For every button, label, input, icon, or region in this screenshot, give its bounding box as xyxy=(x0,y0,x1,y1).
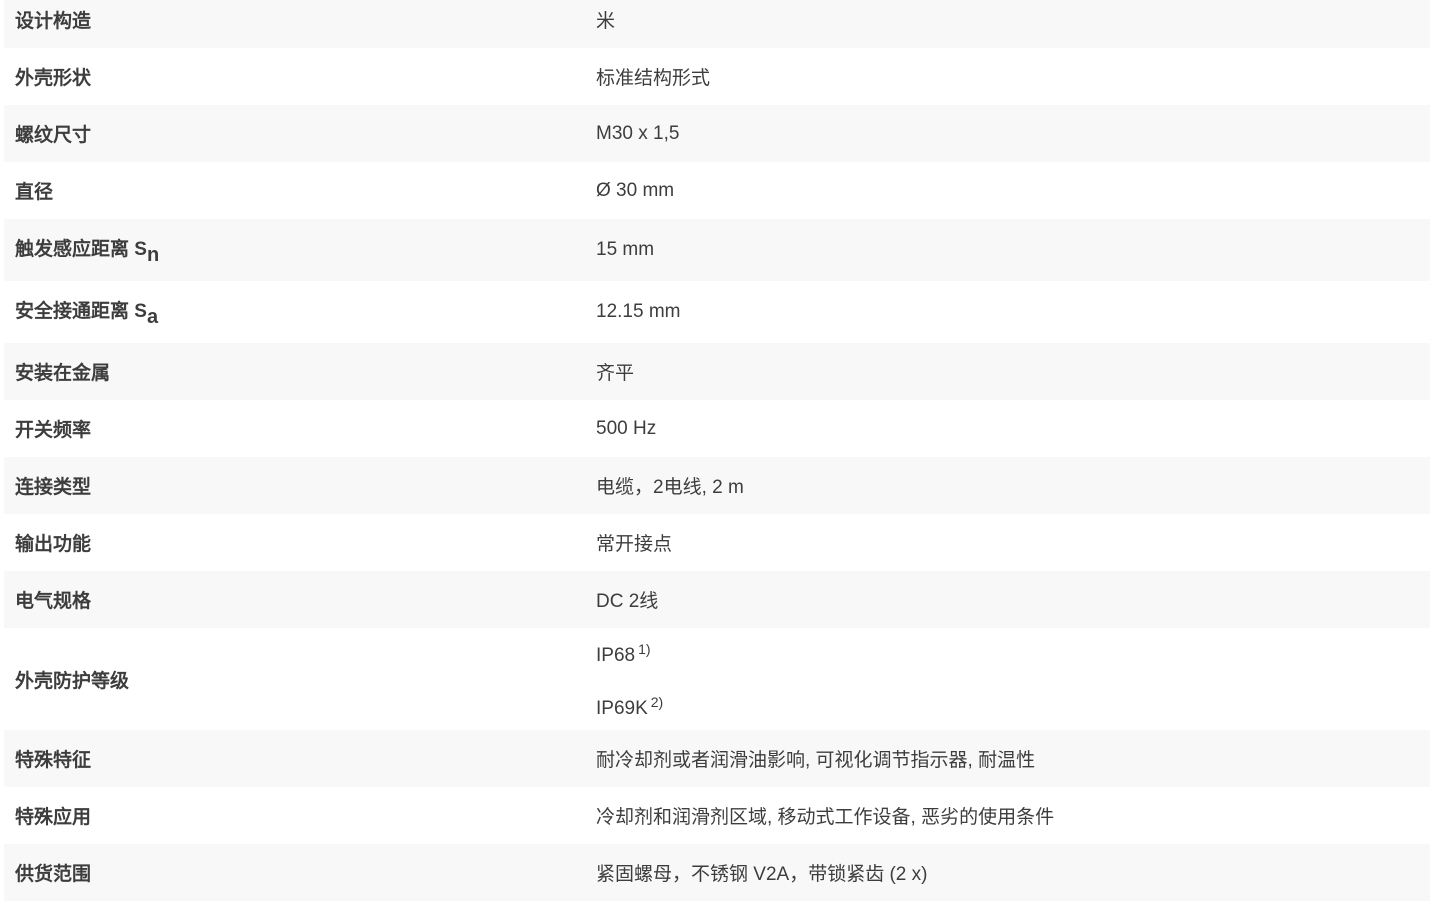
row-label: 直径 xyxy=(15,182,54,203)
row-value: 紧固螺母，不锈钢 V2A，带锁紧齿 (2 x) xyxy=(596,864,928,885)
row-value: 500 Hz xyxy=(596,417,657,439)
row-label: 外壳形状 xyxy=(15,68,92,89)
table-row: 外壳防护等级 IP68 1) IP69K 2) xyxy=(4,628,1430,730)
table-row: 安全接通距离 Sa 12.15 mm xyxy=(4,281,1430,343)
row-value: Ø 30 mm xyxy=(596,179,675,201)
row-label: 开关频率 xyxy=(15,420,92,441)
row-value-text: IP69K xyxy=(596,698,648,719)
row-value: 标准结构形式 xyxy=(596,68,711,89)
table-row: 外壳形状 标准结构形式 xyxy=(4,48,1430,105)
row-label: 螺纹尺寸 xyxy=(15,125,92,146)
row-label: 外壳防护等级 xyxy=(15,670,130,692)
row-label-subscript: a xyxy=(146,305,159,328)
table-row: 连接类型 电缆，2电线, 2 m xyxy=(4,457,1430,514)
table-row: 直径 Ø 30 mm xyxy=(4,162,1430,219)
row-label-text: 安全接通距离 S xyxy=(15,300,147,322)
table-row: 电气规格 DC 2线 xyxy=(4,571,1430,628)
row-label-text: 触发感应距离 S xyxy=(15,238,147,260)
spec-table: 设计构造 米 外壳形状 标准结构形式 螺纹尺寸 M30 x 1,5 直径 Ø 3… xyxy=(4,0,1430,901)
row-label: 输出功能 xyxy=(15,534,92,555)
row-value: M30 x 1,5 xyxy=(596,122,680,144)
row-label: 供货范围 xyxy=(15,864,92,885)
footnote-marker: 2) xyxy=(650,694,664,710)
row-value: 12.15 mm xyxy=(596,301,681,322)
footnote-marker: 1) xyxy=(638,641,651,657)
row-label: 触发感应距离 Sn xyxy=(4,234,596,267)
row-value: 耐冷却剂或者润滑油影响, 可视化调节指示器, 耐温性 xyxy=(596,750,1036,771)
table-row: 开关频率 500 Hz xyxy=(4,400,1430,457)
row-label: 设计构造 xyxy=(15,11,92,32)
row-value-item: IP69K 2) xyxy=(596,679,1430,732)
table-row: 特殊应用 冷却剂和润滑剂区域, 移动式工作设备, 恶劣的使用条件 xyxy=(4,787,1430,844)
row-label-subscript: n xyxy=(146,243,160,266)
table-row: 螺纹尺寸 M30 x 1,5 xyxy=(4,105,1430,162)
row-label: 特殊应用 xyxy=(15,807,92,828)
row-value: DC 2线 xyxy=(596,591,659,612)
row-value: 冷却剂和润滑剂区域, 移动式工作设备, 恶劣的使用条件 xyxy=(596,807,1055,828)
table-row: 触发感应距离 Sn 15 mm xyxy=(4,219,1430,281)
row-value: 常开接点 xyxy=(596,534,673,555)
table-row: 输出功能 常开接点 xyxy=(4,514,1430,571)
table-row: 设计构造 米 xyxy=(4,0,1430,48)
row-value: 电缆，2电线, 2 m xyxy=(596,477,744,498)
row-value: 15 mm xyxy=(596,239,655,260)
row-value-item: IP68 1) xyxy=(596,626,1430,679)
row-value-list: IP68 1) IP69K 2) xyxy=(596,626,1430,732)
row-label: 连接类型 xyxy=(15,477,92,498)
table-row: 安装在金属 齐平 xyxy=(4,343,1430,400)
row-value: 齐平 xyxy=(596,363,635,384)
row-label: 安装在金属 xyxy=(15,363,111,384)
row-value: 米 xyxy=(596,11,616,32)
row-value-text: IP68 xyxy=(596,645,636,666)
row-label: 电气规格 xyxy=(15,591,92,612)
table-row: 特殊特征 耐冷却剂或者润滑油影响, 可视化调节指示器, 耐温性 xyxy=(4,730,1430,787)
row-label: 安全接通距离 Sa xyxy=(4,296,596,329)
row-label: 特殊特征 xyxy=(15,750,92,771)
table-row: 供货范围 紧固螺母，不锈钢 V2A，带锁紧齿 (2 x) xyxy=(4,844,1430,901)
